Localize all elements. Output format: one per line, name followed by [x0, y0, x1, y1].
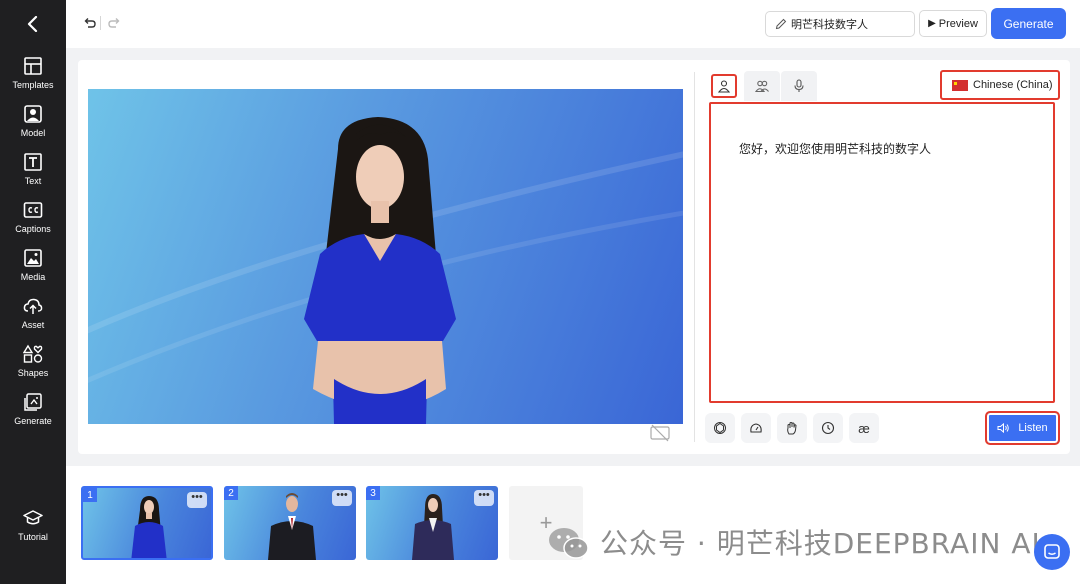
chat-bubble-icon — [1044, 544, 1060, 559]
video-canvas[interactable] — [88, 89, 683, 424]
redo-icon[interactable] — [106, 15, 122, 31]
scene-thumbnail-3[interactable]: 3 ••• — [366, 486, 498, 560]
sidebar-item-media[interactable]: Media — [0, 248, 66, 292]
sidebar-item-label: Tutorial — [18, 532, 48, 542]
undo-icon[interactable] — [82, 15, 98, 31]
speed-icon — [750, 423, 762, 433]
speed-button[interactable] — [741, 413, 771, 443]
sidebar-item-model[interactable]: Model — [0, 104, 66, 148]
scene-thumbnail-1[interactable]: 1 ••• — [81, 486, 213, 560]
tab-single-avatar[interactable] — [711, 74, 737, 98]
avatar-figure — [88, 117, 683, 424]
hide-image-icon[interactable] — [650, 424, 670, 442]
sidebar-item-captions[interactable]: Captions — [0, 200, 66, 244]
toolbar-divider — [100, 16, 101, 30]
sidebar-item-tutorial[interactable]: Tutorial — [0, 508, 66, 552]
tab-multi-avatar[interactable] — [744, 71, 780, 101]
scene-avatar — [131, 496, 167, 558]
person-icon — [717, 80, 731, 93]
generate-label: Generate — [1003, 16, 1054, 31]
pause-button[interactable] — [813, 413, 843, 443]
sidebar-item-text[interactable]: Text — [0, 152, 66, 196]
media-icon — [24, 249, 42, 267]
language-label: Chinese (China) — [973, 79, 1053, 91]
phoneme-button[interactable]: æ — [849, 413, 879, 443]
captions-icon — [23, 202, 43, 218]
chat-support-button[interactable] — [1034, 534, 1070, 570]
gesture-icon — [787, 422, 797, 435]
sidebar-item-label: Text — [24, 176, 42, 186]
back-button[interactable] — [21, 12, 45, 36]
watermark: 公众号 · 明芒科技DEEPBRAIN AI — [546, 522, 1041, 562]
listen-button[interactable]: Listen — [985, 411, 1060, 445]
speaker-icon — [997, 422, 1010, 434]
scene-avatar — [268, 493, 316, 560]
project-name-field[interactable]: 明芒科技数字人 — [765, 11, 915, 37]
preview-button[interactable]: ▶ Preview — [919, 10, 987, 37]
microphone-icon — [794, 79, 804, 92]
generate-button[interactable]: Generate — [991, 8, 1066, 39]
sidebar: Templates Model Text Captions Media Asse… — [0, 0, 66, 584]
tab-voice[interactable] — [781, 71, 817, 101]
listen-label: Listen — [1018, 422, 1048, 434]
preview-label: Preview — [938, 17, 978, 30]
sidebar-item-templates[interactable]: Templates — [0, 56, 66, 100]
scene-thumbnail-2[interactable]: 2 ••• — [224, 486, 356, 560]
panel-divider — [694, 72, 695, 442]
pencil-icon — [775, 18, 787, 30]
sidebar-item-label: Templates — [12, 80, 54, 90]
upload-icon — [23, 298, 43, 314]
sidebar-item-shapes[interactable]: Shapes — [0, 344, 66, 388]
text-icon — [24, 153, 42, 171]
graduation-cap-icon — [23, 510, 43, 525]
sidebar-item-label: Asset — [21, 320, 45, 330]
sidebar-item-label: Media — [20, 272, 46, 282]
script-text-area[interactable]: 您好，欢迎您使用明芒科技的数字人 — [709, 102, 1055, 403]
sidebar-item-asset[interactable]: Asset — [0, 296, 66, 340]
language-select[interactable]: Chinese (China) — [940, 70, 1060, 100]
phoneme-icon: æ — [858, 420, 870, 436]
wechat-logo-icon — [549, 528, 589, 559]
sidebar-item-label: Generate — [14, 416, 52, 426]
sidebar-item-generate[interactable]: Generate — [0, 392, 66, 436]
pause-icon — [821, 421, 835, 435]
model-icon — [24, 105, 42, 123]
sidebar-item-label: Shapes — [17, 368, 49, 378]
watermark-text: 公众号 · 明芒科技DEEPBRAIN AI — [600, 527, 1041, 560]
top-bar: 明芒科技数字人 ▶ Preview Generate — [66, 0, 1080, 48]
project-name-text: 明芒科技数字人 — [791, 18, 868, 31]
play-icon: ▶ — [928, 18, 936, 29]
gpt-button[interactable] — [705, 413, 735, 443]
sidebar-item-label: Model — [20, 128, 46, 138]
gesture-button[interactable] — [777, 413, 807, 443]
shapes-icon — [23, 344, 43, 363]
templates-icon — [24, 57, 42, 75]
script-text: 您好，欢迎您使用明芒科技的数字人 — [739, 142, 932, 156]
sidebar-item-label: Captions — [15, 224, 51, 234]
scene-avatar — [412, 494, 454, 560]
people-icon — [755, 80, 769, 93]
generate-icon — [24, 393, 42, 411]
gpt-icon — [714, 422, 726, 434]
china-flag-icon — [952, 79, 968, 91]
chevron-left-icon — [27, 16, 38, 32]
